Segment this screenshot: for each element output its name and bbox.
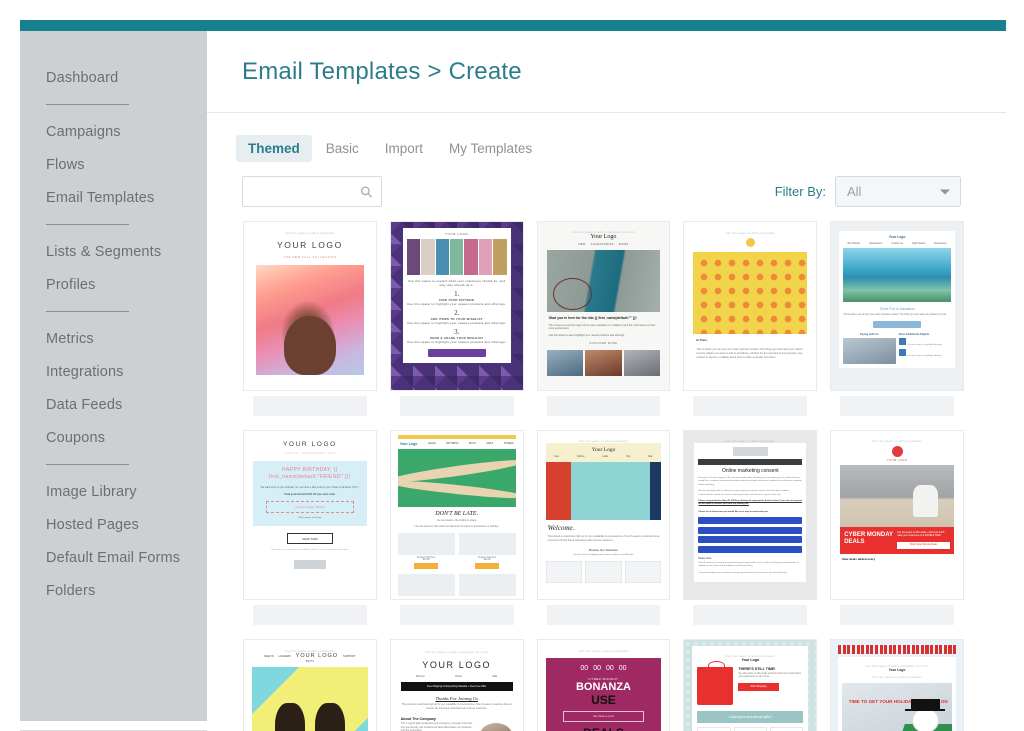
filter-value: All — [847, 184, 862, 199]
sidebar-item-profiles[interactable]: Profiles — [20, 268, 207, 301]
sidebar-divider — [46, 464, 129, 465]
sidebar-item-flows[interactable]: Flows — [20, 148, 207, 181]
template-cell: Use this space to add a preheader text h… — [536, 221, 671, 430]
template-cell: Your Logo SALES PATTERNS BOYS GIRLS STORES DO… — [389, 430, 524, 639]
filter-label: Filter By: — [774, 184, 826, 199]
filter-select[interactable]: All — [835, 176, 961, 207]
sidebar-item-data-feeds[interactable]: Data Feeds — [20, 388, 207, 421]
sidebar-item-default-email-forms[interactable]: Default Email Forms — [20, 541, 207, 574]
search-icon[interactable] — [360, 185, 373, 198]
template-cell: Use this space to add a preheader Online… — [683, 430, 818, 639]
sidebar-item-email-templates[interactable]: Email Templates — [20, 181, 207, 214]
template-cell: Use this space to add a preheader NEW IN… — [243, 639, 377, 731]
template-card-actionbar[interactable] — [693, 396, 808, 416]
template-card-cyber-monday-deals[interactable]: Use this space to add a preheader YOUR L… — [830, 430, 964, 600]
template-cell: Use this space to add a preheader 00 00 00… — [536, 639, 671, 731]
template-cell: Use this space to add a preheader Your L… — [683, 639, 818, 731]
template-card-actionbar[interactable] — [546, 605, 661, 625]
app-window: Dashboard Campaigns Flows Email Templates Li… — [0, 0, 1024, 731]
sidebar-item-hosted-pages[interactable]: Hosted Pages — [20, 508, 207, 541]
template-card-actionbar[interactable] — [253, 605, 367, 625]
sidebar-item-image-library[interactable]: Image Library — [20, 475, 207, 508]
template-card-happy-birthday[interactable]: YOUR LOGO SHOP ALL ACCESSORIES SALE HAPP… — [243, 430, 377, 600]
template-card-actionbar[interactable] — [253, 396, 367, 416]
sidebar-item-campaigns[interactable]: Campaigns — [20, 115, 207, 148]
template-card-actionbar[interactable] — [546, 396, 661, 416]
template-card-your-logo-portrait[interactable]: Use this space to add a preheader YOUR L… — [243, 221, 377, 391]
tab-my-templates[interactable]: My Templates — [437, 135, 544, 162]
template-card-find-your-pattern[interactable]: YOUR LOGO Use this space to explain what… — [389, 221, 524, 391]
filter-toolbar: Filter By: All — [207, 162, 1006, 207]
template-card-fruit-grid-newsletter[interactable]: Use this space to add a preheader Hi The… — [683, 221, 818, 391]
sidebar-item-metrics[interactable]: Metrics — [20, 322, 207, 355]
template-cell: Use this space to add a preheader Your L… — [536, 430, 671, 639]
page-title: Email Templates > Create — [242, 57, 522, 85]
template-cell: YOUR LOGO Use this space to explain what… — [389, 221, 524, 430]
tab-basic[interactable]: Basic — [314, 135, 371, 162]
template-card-theres-still-time[interactable]: Use this space to add a preheader Your L… — [683, 639, 818, 731]
template-card-holiday-shopping[interactable]: Use this space to add a preheader text h… — [830, 639, 964, 731]
template-card-actionbar[interactable] — [840, 396, 954, 416]
sidebar-item-integrations[interactable]: Integrations — [20, 355, 207, 388]
main-content: Email Templates > Create Themed Basic Impo… — [207, 31, 1006, 731]
template-grid: Use this space to add a preheader YOUR L… — [207, 221, 1006, 731]
template-card-cyber-monday-bonanza[interactable]: Use this space to add a preheader 00 00 00… — [536, 639, 671, 731]
template-card-glad-youre-here-for-the-ride[interactable]: Use this space to add a preheader text h… — [536, 221, 671, 391]
app-top-bar — [20, 20, 1006, 31]
template-cell: Use this space to add a preheader YOUR L… — [830, 430, 964, 639]
sidebar-divider — [46, 104, 129, 105]
template-cell: Use this space to add a preheader text h… — [830, 639, 964, 731]
sidebar-item-dashboard[interactable]: Dashboard — [20, 61, 207, 94]
tab-bar: Themed Basic Import My Templates — [207, 113, 1006, 162]
template-cell: Use this space to add a preheader text h… — [389, 639, 524, 731]
template-card-actionbar[interactable] — [840, 605, 954, 625]
template-card-online-marketing-consent[interactable]: Use this space to add a preheader Online… — [683, 430, 818, 600]
template-card-dont-be-late[interactable]: Your Logo SALES PATTERNS BOYS GIRLS STORES DO… — [389, 430, 524, 600]
chevron-down-icon[interactable] — [940, 189, 950, 194]
template-card-welcome-brand[interactable]: Use this space to add a preheader Your L… — [536, 430, 671, 600]
sidebar: Dashboard Campaigns Flows Email Templates Li… — [20, 31, 207, 721]
sidebar-item-lists-segments[interactable]: Lists & Segments — [20, 235, 207, 268]
filter-group: Filter By: All — [775, 176, 961, 207]
template-cell: Your Logo Best Flights Destinations Contac… — [830, 221, 964, 430]
sidebar-divider — [46, 311, 129, 312]
sidebar-divider — [46, 224, 129, 225]
template-card-actionbar[interactable] — [399, 396, 514, 416]
template-card-shoes-lookbook[interactable]: Use this space to add a preheader NEW IN… — [243, 639, 377, 731]
template-card-actionbar[interactable] — [693, 605, 808, 625]
page-header: Email Templates > Create — [207, 31, 1006, 113]
template-card-actionbar[interactable] — [399, 605, 514, 625]
template-card-time-for-a-vacation[interactable]: Your Logo Best Flights Destinations Contac… — [830, 221, 964, 391]
template-cell: YOUR LOGO SHOP ALL ACCESSORIES SALE HAPP… — [243, 430, 377, 639]
sidebar-item-folders[interactable]: Folders — [20, 574, 207, 607]
sidebar-item-coupons[interactable]: Coupons — [20, 421, 207, 454]
template-cell: Use this space to add a preheader Hi The… — [683, 221, 818, 430]
template-card-thanks-for-joining-us[interactable]: Use this space to add a preheader text h… — [389, 639, 524, 731]
template-cell: Use this space to add a preheader YOUR L… — [243, 221, 377, 430]
tab-import[interactable]: Import — [373, 135, 435, 162]
tab-themed[interactable]: Themed — [236, 135, 312, 162]
search-box[interactable] — [242, 176, 382, 207]
